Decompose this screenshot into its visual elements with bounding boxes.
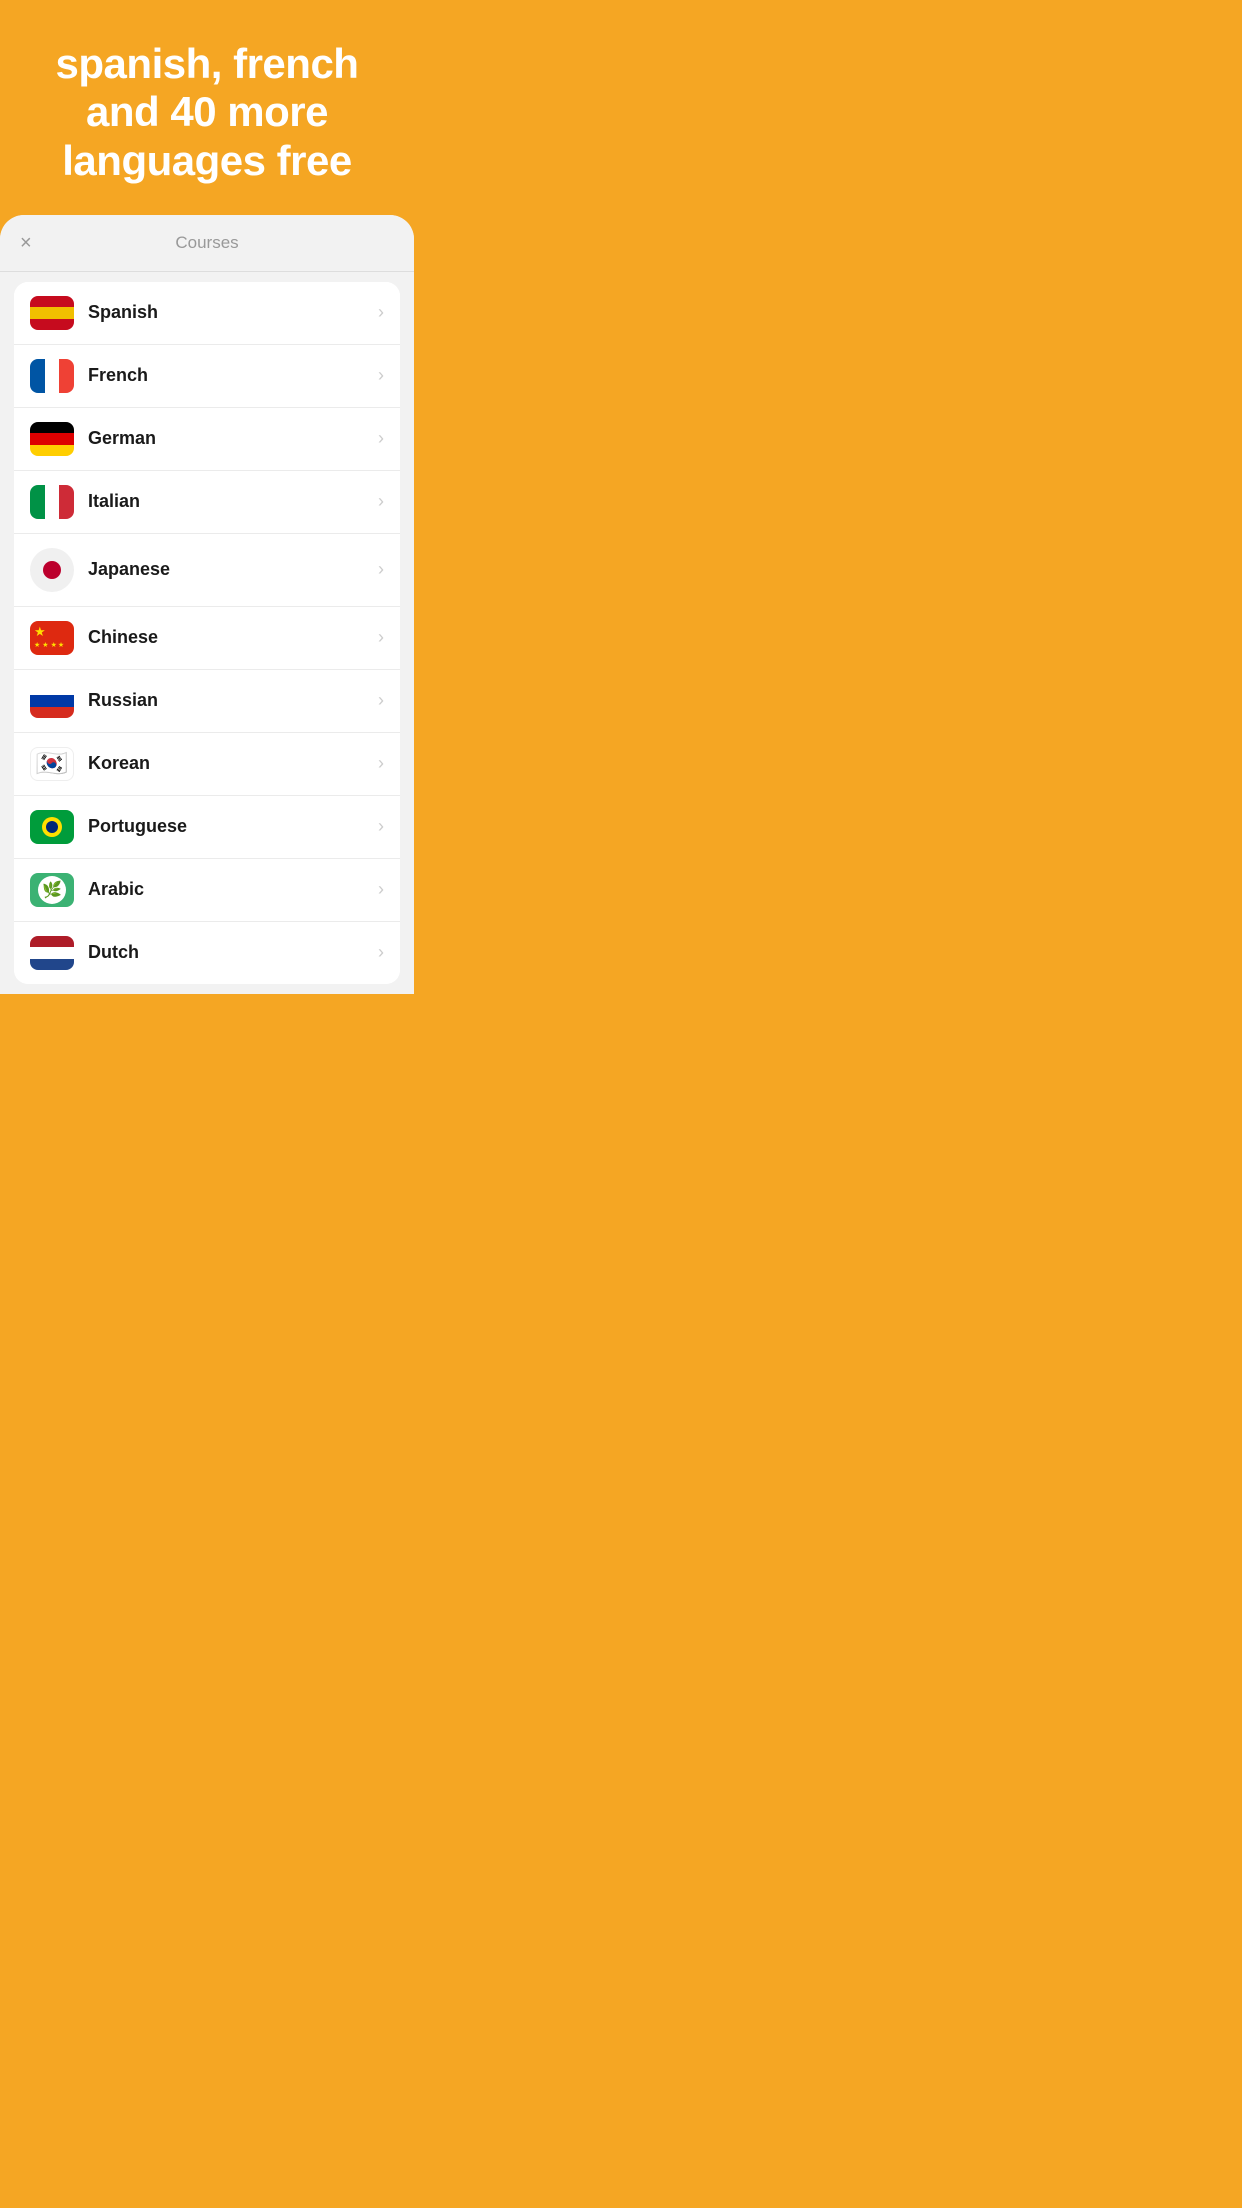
language-name-italian: Italian bbox=[88, 491, 378, 512]
flag-korean: 🇰🇷 bbox=[30, 747, 74, 781]
language-item-arabic[interactable]: 🌿 Arabic › bbox=[14, 859, 400, 922]
flag-german bbox=[30, 422, 74, 456]
language-item-dutch[interactable]: Dutch › bbox=[14, 922, 400, 984]
japanese-circle bbox=[43, 561, 61, 579]
language-item-japanese[interactable]: Japanese › bbox=[14, 534, 400, 607]
language-name-german: German bbox=[88, 428, 378, 449]
chevron-arabic: › bbox=[378, 879, 384, 900]
flag-japanese bbox=[30, 548, 74, 592]
flag-chinese: ★ ★ ★ ★ ★ bbox=[30, 621, 74, 655]
language-name-spanish: Spanish bbox=[88, 302, 378, 323]
language-item-chinese[interactable]: ★ ★ ★ ★ ★ Chinese › bbox=[14, 607, 400, 670]
card-title: Courses bbox=[175, 233, 238, 253]
chevron-chinese: › bbox=[378, 627, 384, 648]
chevron-korean: › bbox=[378, 753, 384, 774]
language-name-chinese: Chinese bbox=[88, 627, 378, 648]
language-name-french: French bbox=[88, 365, 378, 386]
flag-russian bbox=[30, 684, 74, 718]
language-name-russian: Russian bbox=[88, 690, 378, 711]
chevron-portuguese: › bbox=[378, 816, 384, 837]
language-name-japanese: Japanese bbox=[88, 559, 378, 580]
courses-card: × Courses Spanish › bbox=[0, 215, 414, 994]
flag-arabic: 🌿 bbox=[30, 873, 74, 907]
flag-spanish bbox=[30, 296, 74, 330]
header-section: spanish, french and 40 more languages fr… bbox=[0, 0, 414, 215]
card-header: × Courses bbox=[0, 215, 414, 272]
chevron-french: › bbox=[378, 365, 384, 386]
header-title: spanish, french and 40 more languages fr… bbox=[30, 40, 384, 185]
language-card: Spanish › French › bbox=[14, 282, 400, 984]
language-item-portuguese[interactable]: Portuguese › bbox=[14, 796, 400, 859]
flag-italian bbox=[30, 485, 74, 519]
language-item-russian[interactable]: Russian › bbox=[14, 670, 400, 733]
language-name-arabic: Arabic bbox=[88, 879, 378, 900]
flag-dutch bbox=[30, 936, 74, 970]
chevron-russian: › bbox=[378, 690, 384, 711]
language-name-korean: Korean bbox=[88, 753, 378, 774]
language-name-portuguese: Portuguese bbox=[88, 816, 378, 837]
chevron-german: › bbox=[378, 428, 384, 449]
chevron-spanish: › bbox=[378, 302, 384, 323]
language-item-italian[interactable]: Italian › bbox=[14, 471, 400, 534]
language-item-french[interactable]: French › bbox=[14, 345, 400, 408]
flag-portuguese bbox=[30, 810, 74, 844]
language-item-korean[interactable]: 🇰🇷 Korean › bbox=[14, 733, 400, 796]
chevron-dutch: › bbox=[378, 942, 384, 963]
language-list: Spanish › French › bbox=[0, 272, 414, 994]
language-item-spanish[interactable]: Spanish › bbox=[14, 282, 400, 345]
language-item-german[interactable]: German › bbox=[14, 408, 400, 471]
close-button[interactable]: × bbox=[20, 233, 32, 253]
chevron-japanese: › bbox=[378, 559, 384, 580]
chevron-italian: › bbox=[378, 491, 384, 512]
flag-french bbox=[30, 359, 74, 393]
language-name-dutch: Dutch bbox=[88, 942, 378, 963]
